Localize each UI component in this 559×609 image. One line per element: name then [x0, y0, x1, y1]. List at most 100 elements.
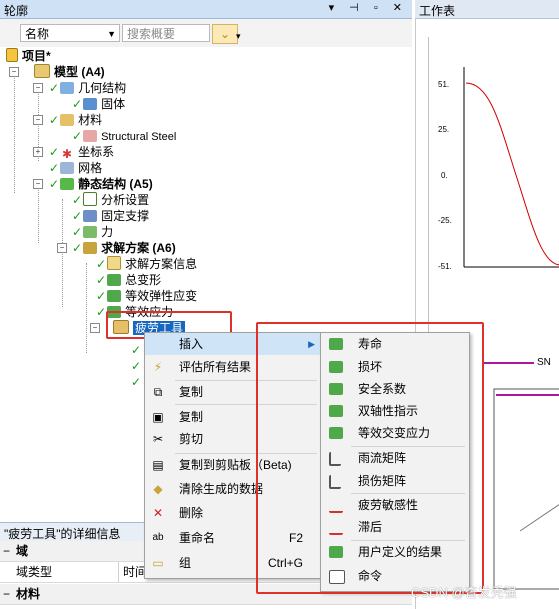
geometry-icon — [60, 82, 75, 94]
check-icon: ✓ — [49, 161, 60, 175]
stress-curve — [465, 82, 559, 266]
check-icon: ✓ — [96, 289, 107, 303]
collapse-toggle[interactable]: − — [33, 179, 43, 189]
check-icon: ✓ — [131, 343, 142, 357]
worktable-title: 工作表 — [419, 4, 456, 18]
force-label: 力 — [101, 225, 114, 239]
materials-section-label: 材料 — [16, 587, 41, 601]
tree-node-analysis-settings[interactable]: ✓ 分析设置 — [72, 192, 149, 208]
check-icon: ✓ — [72, 129, 83, 143]
name-combo[interactable]: 名称 ▼ — [20, 24, 120, 42]
material-tag-icon — [83, 130, 98, 142]
menu-item-label: 复制 — [179, 385, 204, 399]
solution-info-label: 求解方案信息 — [125, 257, 198, 271]
collapse-toggle[interactable]: − — [90, 323, 100, 333]
fixed-support-label: 固定支撑 — [101, 209, 150, 223]
equivalent-elastic-strain-label: 等效弹性应变 — [125, 289, 198, 303]
solution-info-icon — [107, 256, 122, 270]
domain-type-label: 域类型 — [16, 565, 53, 579]
search-input[interactable]: 搜索概要 — [122, 24, 210, 42]
static-structural-label: 静态结构 (A5) — [78, 177, 153, 191]
solution-icon — [83, 242, 98, 254]
sn-chart-frame — [493, 388, 559, 590]
menu-item-label: 剪切 — [179, 432, 204, 446]
coordinate-systems-label: 坐标系 — [78, 145, 115, 159]
result-icon — [107, 274, 122, 286]
check-icon: ✓ — [49, 113, 60, 127]
geometry-label: 几何结构 — [78, 81, 127, 95]
tree-node-force[interactable]: ✓ 力 — [72, 224, 113, 240]
collapse-icon: − — [3, 544, 11, 558]
tree-node-static-structural[interactable]: ✓ 静态结构 (A5) — [49, 176, 153, 192]
evaluate-icon: ⚡ — [153, 360, 163, 374]
check-icon: ✓ — [96, 273, 107, 287]
solid-icon — [83, 98, 98, 110]
project-label: 项目* — [22, 49, 51, 63]
menu-item-label: 复制 — [179, 410, 204, 424]
tree-node-total-deformation[interactable]: ✓ 总变形 — [96, 272, 161, 288]
tree-node-coordinate-systems[interactable]: ✓ ✱ 坐标系 — [49, 144, 115, 161]
filter-dropdown-button[interactable]: ⌄ — [212, 24, 238, 44]
check-icon: ✓ — [72, 209, 83, 223]
analysis-settings-label: 分析设置 — [101, 193, 150, 207]
tree-node-model[interactable]: 模型 (A4) — [34, 64, 105, 80]
tree-node-fixed-support[interactable]: ✓ 固定支撑 — [72, 208, 149, 224]
filter-arrow-icon[interactable]: ▾ — [236, 31, 241, 42]
materials-label: 材料 — [78, 113, 103, 127]
check-icon: ✓ — [72, 241, 83, 255]
sn-tail-curve — [519, 504, 559, 532]
model-label: 模型 (A4) — [54, 65, 105, 79]
tree-node-child-2[interactable]: ✓ — [131, 358, 142, 374]
collapse-toggle[interactable]: − — [33, 83, 43, 93]
sn-label: SN — [537, 357, 551, 368]
check-icon: ✓ — [72, 193, 83, 207]
static-structural-icon — [60, 178, 75, 190]
expand-toggle[interactable]: + — [33, 147, 43, 157]
search-placeholder: 搜索概要 — [127, 27, 176, 41]
duplicate-icon: ⧉ — [153, 385, 163, 399]
tree-node-solution-info[interactable]: ✓ 求解方案信息 — [96, 256, 197, 272]
tree-node-structural-steel[interactable]: ✓ Structural Steel — [72, 128, 176, 144]
check-icon: ✓ — [131, 359, 142, 373]
tree-node-mesh[interactable]: ✓ 网格 — [49, 160, 102, 176]
check-icon: ✓ — [72, 225, 83, 239]
check-icon: ✓ — [72, 97, 83, 111]
tree-node-solution[interactable]: ✓ 求解方案 (A6) — [72, 240, 176, 256]
collapse-toggle[interactable]: − — [57, 243, 67, 253]
window-controls[interactable]: ▾ ⊣ ▫ ✕ — [329, 1, 408, 14]
tree-node-project[interactable]: 项目* — [6, 48, 51, 64]
analysis-settings-icon — [83, 192, 98, 206]
tree-node-equivalent-elastic-strain[interactable]: ✓ 等效弹性应变 — [96, 288, 197, 304]
cut-icon: ✂ — [152, 432, 164, 446]
collapse-toggle[interactable]: − — [9, 67, 19, 77]
mesh-icon — [60, 162, 75, 174]
project-icon — [6, 48, 18, 62]
tree-node-geometry[interactable]: ✓ 几何结构 — [49, 80, 126, 96]
check-icon: ✓ — [96, 305, 107, 319]
tree-node-solid[interactable]: ✓ 固体 — [72, 96, 125, 112]
clear-icon: ◆ — [153, 482, 163, 496]
copy-icon: ▣ — [152, 410, 164, 424]
solid-label: 固体 — [101, 97, 126, 111]
check-icon: ✓ — [131, 375, 142, 389]
fixed-support-icon — [83, 210, 98, 222]
collapse-toggle[interactable]: − — [33, 115, 43, 125]
chevron-down-icon: ▼ — [107, 29, 116, 39]
group-icon: ▭ — [152, 556, 164, 570]
tree-node-child-3[interactable]: ✓ — [131, 374, 142, 390]
check-icon: ✓ — [49, 177, 60, 191]
highlight-box-submenu — [256, 322, 484, 594]
rename-icon: ab — [152, 532, 164, 543]
check-icon: ✓ — [49, 81, 60, 95]
result-icon — [107, 290, 122, 302]
outline-toolbar: 名称 ▼ 搜索概要 ⌄ ▾ — [0, 19, 412, 48]
structural-steel-label: Structural Steel — [101, 131, 177, 143]
mesh-label: 网格 — [78, 161, 103, 175]
tree-node-child-1[interactable]: ✓ — [131, 342, 142, 358]
menu-item-label: 清除生成的数据 — [179, 482, 264, 496]
model-icon — [34, 64, 50, 78]
watermark: CSDN @杳发秃强 — [411, 585, 517, 600]
tree-node-materials[interactable]: ✓ 材料 — [49, 112, 102, 128]
clipboard-icon: ▤ — [152, 458, 164, 472]
total-deformation-label: 总变形 — [125, 273, 162, 287]
